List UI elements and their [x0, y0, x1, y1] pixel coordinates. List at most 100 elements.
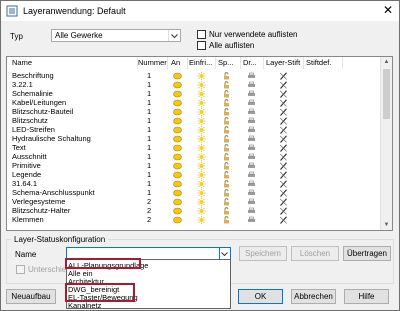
- sun-icon[interactable]: [197, 153, 206, 161]
- pen-icon[interactable]: [279, 72, 288, 80]
- pen-icon[interactable]: [279, 81, 288, 89]
- print-icon[interactable]: [247, 108, 256, 116]
- sun-icon[interactable]: [197, 171, 206, 179]
- transfer-button[interactable]: Übertragen: [343, 246, 391, 261]
- pen-icon[interactable]: [279, 117, 288, 125]
- pen-icon[interactable]: [279, 126, 288, 134]
- sun-icon[interactable]: [197, 72, 206, 80]
- lock-open-icon[interactable]: [222, 126, 231, 134]
- bulb-on-icon[interactable]: [173, 171, 182, 179]
- bulb-on-icon[interactable]: [173, 117, 182, 125]
- print-icon[interactable]: [247, 207, 256, 215]
- print-icon[interactable]: [247, 117, 256, 125]
- lock-open-icon[interactable]: [222, 117, 231, 125]
- print-icon[interactable]: [247, 144, 256, 152]
- layer-list[interactable]: Name Nummer ⌃ An Einfri... Sp... Dr... L…: [6, 56, 393, 231]
- table-row[interactable]: Klemmen 2: [7, 215, 379, 225]
- sun-icon[interactable]: [197, 108, 206, 116]
- pen-icon[interactable]: [279, 189, 288, 197]
- scroll-down-icon[interactable]: ▼: [381, 220, 392, 230]
- pen-icon[interactable]: [279, 171, 288, 179]
- col-einfrieren[interactable]: Einfri...: [189, 57, 212, 69]
- lock-open-icon[interactable]: [222, 153, 231, 161]
- lock-open-icon[interactable]: [222, 72, 231, 80]
- col-drucken[interactable]: Dr...: [243, 57, 257, 69]
- print-icon[interactable]: [247, 162, 256, 170]
- col-stiftdef[interactable]: Stiftdef.: [306, 57, 331, 69]
- lock-open-icon[interactable]: [222, 171, 231, 179]
- bulb-on-icon[interactable]: [173, 216, 182, 224]
- sun-icon[interactable]: [197, 81, 206, 89]
- lock-open-icon[interactable]: [222, 108, 231, 116]
- print-icon[interactable]: [247, 126, 256, 134]
- bulb-on-icon[interactable]: [173, 144, 182, 152]
- bulb-on-icon[interactable]: [173, 180, 182, 188]
- save-button[interactable]: Speichern: [239, 246, 287, 261]
- list-all-checkbox[interactable]: [197, 41, 206, 50]
- sun-icon[interactable]: [197, 180, 206, 188]
- bulb-on-icon[interactable]: [173, 135, 182, 143]
- scroll-thumb[interactable]: [383, 69, 390, 119]
- bulb-on-icon[interactable]: [173, 198, 182, 206]
- sun-icon[interactable]: [197, 207, 206, 215]
- ok-button[interactable]: OK: [238, 289, 283, 304]
- sun-icon[interactable]: [197, 189, 206, 197]
- sun-icon[interactable]: [197, 135, 206, 143]
- lock-open-icon[interactable]: [222, 81, 231, 89]
- print-icon[interactable]: [247, 72, 256, 80]
- lock-open-icon[interactable]: [222, 189, 231, 197]
- lock-open-icon[interactable]: [222, 207, 231, 215]
- bulb-on-icon[interactable]: [173, 126, 182, 134]
- pen-icon[interactable]: [279, 180, 288, 188]
- lock-open-icon[interactable]: [222, 144, 231, 152]
- only-used-checkbox[interactable]: [197, 30, 206, 39]
- lock-open-icon[interactable]: [222, 135, 231, 143]
- print-icon[interactable]: [247, 99, 256, 107]
- pen-icon[interactable]: [279, 207, 288, 215]
- dropdown-item[interactable]: Kanalnetz: [68, 302, 101, 310]
- pen-icon[interactable]: [279, 162, 288, 170]
- print-icon[interactable]: [247, 90, 256, 98]
- scroll-up-icon[interactable]: ▲: [381, 57, 392, 67]
- pen-icon[interactable]: [279, 108, 288, 116]
- col-name[interactable]: Name: [12, 57, 32, 69]
- sun-icon[interactable]: [197, 99, 206, 107]
- pen-icon[interactable]: [279, 144, 288, 152]
- type-select[interactable]: Alle Gewerke: [51, 29, 181, 42]
- sun-icon[interactable]: [197, 216, 206, 224]
- lock-open-icon[interactable]: [222, 216, 231, 224]
- bulb-on-icon[interactable]: [173, 99, 182, 107]
- print-icon[interactable]: [247, 198, 256, 206]
- pen-icon[interactable]: [279, 99, 288, 107]
- pen-icon[interactable]: [279, 90, 288, 98]
- bulb-on-icon[interactable]: [173, 90, 182, 98]
- pen-icon[interactable]: [279, 198, 288, 206]
- bulb-on-icon[interactable]: [173, 162, 182, 170]
- bulb-on-icon[interactable]: [173, 207, 182, 215]
- print-icon[interactable]: [247, 171, 256, 179]
- print-icon[interactable]: [247, 153, 256, 161]
- print-icon[interactable]: [247, 135, 256, 143]
- pen-icon[interactable]: [279, 153, 288, 161]
- lock-open-icon[interactable]: [222, 99, 231, 107]
- sun-icon[interactable]: [197, 198, 206, 206]
- sun-icon[interactable]: [197, 117, 206, 125]
- print-icon[interactable]: [247, 180, 256, 188]
- bulb-on-icon[interactable]: [173, 72, 182, 80]
- rebuild-button[interactable]: Neuaufbau: [6, 289, 56, 304]
- help-button[interactable]: Hilfe: [344, 289, 389, 304]
- lock-open-icon[interactable]: [222, 180, 231, 188]
- difference-checkbox[interactable]: [16, 265, 25, 274]
- col-nummer[interactable]: Nummer: [138, 57, 167, 69]
- sun-icon[interactable]: [197, 144, 206, 152]
- delete-button[interactable]: Löschen: [291, 246, 339, 261]
- close-icon[interactable]: ✕: [381, 3, 395, 17]
- col-sperren[interactable]: Sp...: [218, 57, 233, 69]
- print-icon[interactable]: [247, 189, 256, 197]
- list-scrollbar[interactable]: ▲ ▼: [380, 57, 392, 230]
- col-an[interactable]: An: [171, 57, 180, 69]
- cancel-button[interactable]: Abbrechen: [291, 289, 336, 304]
- pen-icon[interactable]: [279, 216, 288, 224]
- pen-icon[interactable]: [279, 135, 288, 143]
- bulb-on-icon[interactable]: [173, 81, 182, 89]
